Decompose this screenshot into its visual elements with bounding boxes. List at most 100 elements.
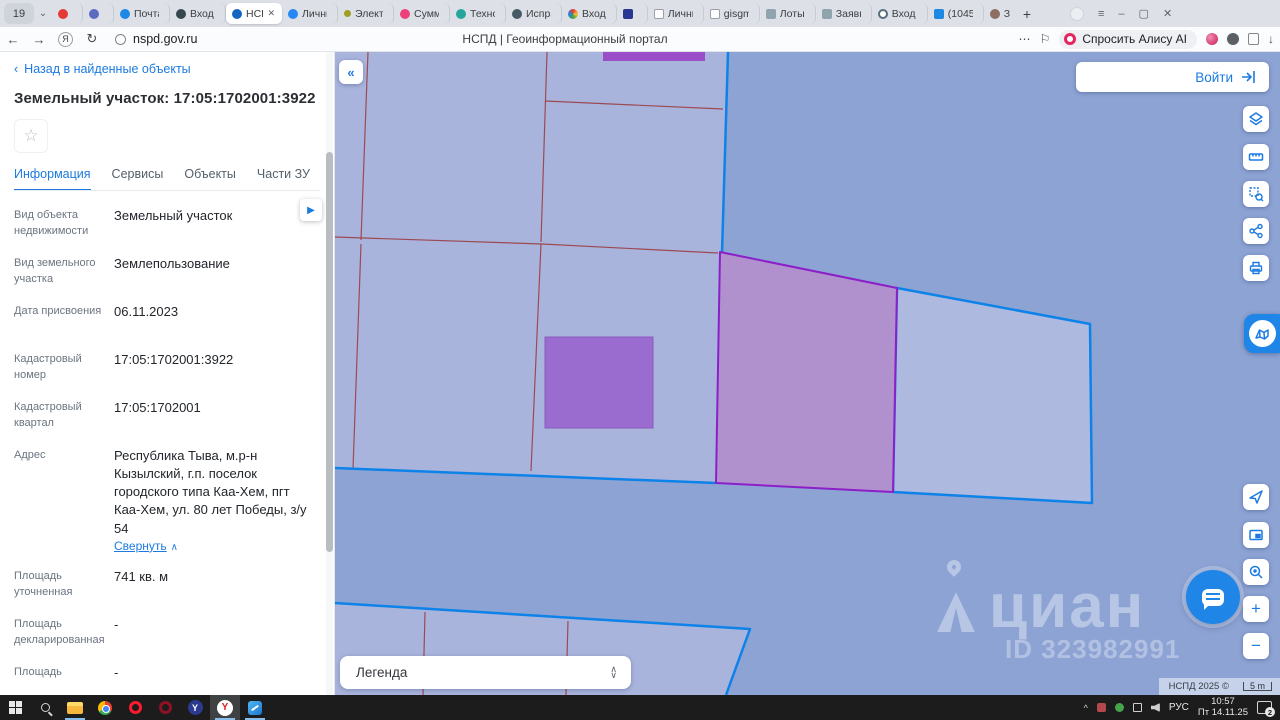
back-to-results-link[interactable]: ‹ Назад в найденные объекты xyxy=(14,62,320,76)
extension-icon[interactable] xyxy=(1227,33,1239,45)
more-actions-icon[interactable]: ⋯ xyxy=(1019,32,1031,46)
browser-tab[interactable]: ЗК РФ xyxy=(984,3,1010,24)
panel-tab[interactable]: Объекты xyxy=(184,167,236,181)
panel-tab[interactable]: Части ЗУ xyxy=(257,167,310,181)
minimap-button[interactable] xyxy=(1243,522,1269,548)
browser-tab[interactable]: Исправ xyxy=(506,3,562,24)
browser-tab[interactable]: Технок xyxy=(450,3,506,24)
browser-tab[interactable]: Личны xyxy=(648,3,704,24)
taskbar-app-button[interactable] xyxy=(60,695,90,720)
display-icon[interactable] xyxy=(1132,703,1142,712)
search-on-map-button[interactable] xyxy=(1243,559,1269,585)
browser-profile-avatar[interactable] xyxy=(1070,6,1084,21)
selected-parcel[interactable] xyxy=(715,251,898,493)
browser-tab[interactable] xyxy=(617,3,648,24)
browser-tab[interactable]: Вход в xyxy=(170,3,226,24)
locate-me-button[interactable] xyxy=(1243,484,1269,510)
print-button[interactable] xyxy=(1243,255,1269,281)
browser-tab[interactable] xyxy=(52,3,83,24)
tab-close-icon[interactable]: ✕ xyxy=(267,8,275,19)
browser-tab[interactable]: Вход xyxy=(562,3,617,24)
collapse-address-link[interactable] xyxy=(114,225,319,242)
collapse-address-link[interactable] xyxy=(114,417,319,434)
browser-tab[interactable]: Вход в xyxy=(872,3,928,24)
browser-tab[interactable] xyxy=(83,3,114,24)
parcel-right[interactable] xyxy=(891,286,1094,505)
share-button[interactable] xyxy=(1243,218,1269,244)
area-select-button[interactable] xyxy=(1243,181,1269,207)
tabs-dropdown-icon[interactable]: ⌄ xyxy=(34,8,52,19)
taskbar-app-button[interactable]: Y xyxy=(210,695,240,720)
bookmark-icon[interactable]: ⚐ xyxy=(1040,32,1051,46)
reload-button[interactable]: ↻ xyxy=(79,31,105,47)
window-restore-button[interactable]: ▢ xyxy=(1139,7,1149,20)
browser-tab[interactable]: Заявка xyxy=(816,3,872,24)
panel-scrollbar[interactable] xyxy=(326,52,333,695)
window-close-button[interactable]: ✕ xyxy=(1163,7,1172,20)
measure-button[interactable] xyxy=(1243,144,1269,170)
clock[interactable]: 10:57 Пт 14.11.25 xyxy=(1198,696,1248,719)
favorite-star-icon[interactable]: ☆ xyxy=(14,119,48,153)
collapse-address-link[interactable]: Свернуть ∧ xyxy=(114,538,319,555)
legend-bar[interactable]: Легенда ∧ ∨ xyxy=(340,656,631,689)
browser-tab[interactable]: НСП ✕ xyxy=(226,3,282,24)
downloads-icon[interactable]: ↓ xyxy=(1268,32,1274,46)
panel-scrollbar-thumb[interactable] xyxy=(326,152,333,552)
tray-expand-icon[interactable]: ^ xyxy=(1084,703,1088,713)
cadastral-quarter-left[interactable] xyxy=(335,52,728,483)
browser-tab[interactable]: Личны xyxy=(282,3,338,24)
building-footprint-top[interactable] xyxy=(603,52,705,61)
panel-tab[interactable]: Сервисы xyxy=(112,167,164,181)
browser-tab[interactable]: Лоты и xyxy=(760,3,816,24)
collapse-address-link[interactable] xyxy=(114,586,319,603)
legend-toggle-icon[interactable]: ∧ ∨ xyxy=(610,665,617,679)
volume-icon[interactable] xyxy=(1150,703,1160,712)
browser-tab[interactable]: gisgmp xyxy=(704,3,760,24)
panel-tab[interactable]: Информация xyxy=(14,167,91,190)
browser-menu-icon[interactable]: ≡ xyxy=(1098,8,1104,20)
taskbar-app-button[interactable] xyxy=(240,695,270,720)
login-button[interactable]: Войти xyxy=(1076,62,1269,92)
browser-tab[interactable]: Почта xyxy=(114,3,170,24)
yandex-services-icon[interactable]: Я xyxy=(58,31,73,47)
chat-support-button[interactable] xyxy=(1186,570,1240,624)
extension-icon[interactable] xyxy=(1248,33,1259,45)
browser-tab[interactable]: Сумма xyxy=(394,3,450,24)
browser-tab[interactable]: Электр xyxy=(338,3,394,24)
taskbar-app-button[interactable]: Y xyxy=(180,695,210,720)
site-security-icon[interactable] xyxy=(115,33,126,45)
back-button[interactable]: ← xyxy=(0,32,26,47)
taskbar-app-button[interactable] xyxy=(90,695,120,720)
map-canvas[interactable] xyxy=(335,52,1280,695)
tab-counter[interactable]: 19 xyxy=(4,3,34,24)
language-indicator[interactable]: РУС xyxy=(1169,702,1189,713)
panel-tabs-scroll-button[interactable]: ▶ xyxy=(300,199,322,221)
collapse-panel-button[interactable]: « xyxy=(339,60,363,84)
notifications-icon[interactable]: 2 xyxy=(1257,701,1275,717)
collapse-address-link[interactable] xyxy=(114,634,319,651)
cadastral-map[interactable]: циан ID 323982991 « Войти + − Легенда ∧ … xyxy=(335,52,1280,695)
collapse-address-link[interactable] xyxy=(114,369,319,386)
browser-tab[interactable]: (10459 xyxy=(928,3,984,24)
taskbar-app-button[interactable] xyxy=(150,695,180,720)
zoom-out-button[interactable]: − xyxy=(1243,633,1269,659)
tray-app-icon[interactable] xyxy=(1114,703,1124,712)
layers-button[interactable] xyxy=(1243,106,1269,132)
extension-icon[interactable] xyxy=(1206,33,1218,45)
url-text[interactable]: nspd.gov.ru xyxy=(133,32,197,46)
window-minimize-button[interactable]: – xyxy=(1118,8,1124,20)
collapse-address-link[interactable] xyxy=(114,273,319,290)
taskbar-app-button[interactable] xyxy=(0,695,30,720)
basemap-button[interactable] xyxy=(1244,314,1280,353)
zoom-in-button[interactable]: + xyxy=(1243,596,1269,622)
forward-button[interactable]: → xyxy=(26,32,52,47)
collapse-address-link[interactable] xyxy=(114,682,319,695)
ask-alice-button[interactable]: Спросить Алису AI xyxy=(1059,29,1197,49)
building-footprint[interactable] xyxy=(544,336,654,429)
new-tab-button[interactable]: + xyxy=(1016,3,1038,24)
info-field-row: Кадастровый квартал 17:05:1702001 xyxy=(14,399,320,434)
taskbar-app-button[interactable] xyxy=(120,695,150,720)
taskbar-app-button[interactable] xyxy=(30,695,60,720)
tray-app-icon[interactable] xyxy=(1096,703,1106,712)
collapse-address-link[interactable] xyxy=(114,321,319,338)
